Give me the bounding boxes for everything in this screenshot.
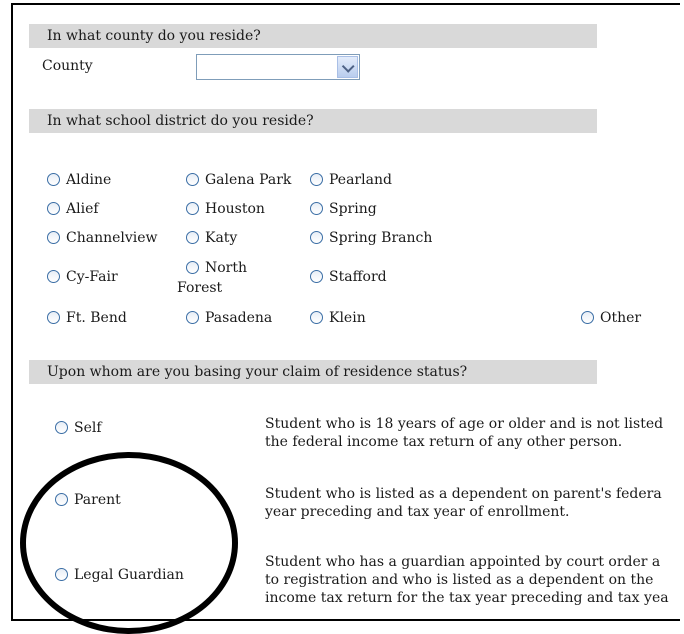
district-option-galena-park[interactable]: Galena Park [186,172,291,188]
radio-icon[interactable] [47,202,60,215]
district-option-channelview[interactable]: Channelview [47,230,158,246]
district-option-aldine[interactable]: Aldine [47,172,111,188]
radio-icon[interactable] [310,202,323,215]
radio-icon[interactable] [47,311,60,324]
county-question: In what county do you reside? [47,28,261,44]
description-line: Student who has a guardian appointed by … [265,554,661,570]
district-option-houston[interactable]: Houston [186,201,265,217]
county-select[interactable] [196,54,360,80]
radio-icon[interactable] [186,261,199,274]
district-option-klein[interactable]: Klein [310,310,366,326]
description-line: income tax return for the tax year prece… [265,590,669,606]
radio-icon[interactable] [186,231,199,244]
radio-icon[interactable] [581,311,594,324]
district-option-ft-bend[interactable]: Ft. Bend [47,310,127,326]
district-section-header: In what school district do you reside? [29,109,597,133]
radio-icon[interactable] [186,202,199,215]
district-option-cy-fair[interactable]: Cy-Fair [47,269,118,285]
radio-icon[interactable] [310,270,323,283]
district-option-alief[interactable]: Alief [47,201,99,217]
radio-icon[interactable] [310,173,323,186]
residence-question: Upon whom are you basing your claim of r… [47,364,468,380]
radio-icon[interactable] [47,231,60,244]
district-option-spring-branch[interactable]: Spring Branch [310,230,432,246]
description-line: Student who is 18 years of age or older … [265,416,664,432]
radio-icon[interactable] [186,173,199,186]
district-option-katy[interactable]: Katy [186,230,237,246]
radio-icon[interactable] [186,311,199,324]
county-label: County [42,58,93,74]
residence-section-header: Upon whom are you basing your claim of r… [29,360,597,384]
description-line: Student who is listed as a dependent on … [265,486,662,502]
district-option-spring[interactable]: Spring [310,201,377,217]
district-option-pearland[interactable]: Pearland [310,172,392,188]
district-option-pasadena[interactable]: Pasadena [186,310,272,326]
description-line: year preceding and tax year of enrollmen… [265,504,570,520]
radio-icon[interactable] [310,231,323,244]
district-question: In what school district do you reside? [47,113,314,129]
district-option-stafford[interactable]: Stafford [310,269,387,285]
self-description: Student who is 18 years of age or older … [265,415,680,451]
residence-option-self[interactable]: Self [55,420,102,436]
radio-icon[interactable] [55,421,68,434]
legal-guardian-description: Student who has a guardian appointed by … [265,553,680,607]
radio-icon[interactable] [310,311,323,324]
chevron-down-icon[interactable] [337,56,358,78]
district-option-other[interactable]: Other [581,310,641,326]
county-section-header: In what county do you reside? [29,24,597,48]
highlight-circle-annotation [20,452,238,634]
radio-icon[interactable] [47,270,60,283]
radio-icon[interactable] [47,173,60,186]
description-line: the federal income tax return of any oth… [265,434,623,450]
description-line: to registration and who is listed as a d… [265,572,654,588]
parent-description: Student who is listed as a dependent on … [265,485,680,521]
district-option-north-forest[interactable]: North Forest [177,258,287,298]
